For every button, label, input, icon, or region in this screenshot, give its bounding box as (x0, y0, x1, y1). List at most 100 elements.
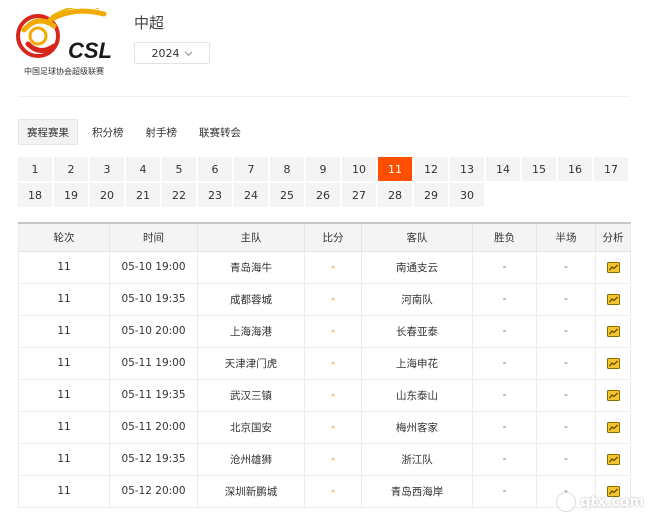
home-team-cell[interactable]: 深圳新鹏城 (197, 475, 305, 508)
home-team-cell[interactable]: 上海海港 (197, 315, 305, 348)
watermark: qtx.com (556, 489, 644, 515)
column-header: 分析 (595, 223, 631, 252)
away-team-cell[interactable]: 长春亚泰 (361, 315, 473, 348)
table-row: 11 05-12 19:35 沧州雄狮 - 浙江队 - - (18, 443, 631, 476)
round-button-10[interactable]: 10 (342, 157, 376, 181)
tab-3[interactable]: 联赛转会 (191, 119, 249, 145)
analysis-chart-icon[interactable] (606, 325, 620, 337)
halftime-cell: - (536, 283, 596, 316)
round-cell: 11 (18, 315, 110, 348)
analysis-cell[interactable] (595, 379, 631, 412)
round-button-21[interactable]: 21 (126, 183, 160, 207)
analysis-chart-icon[interactable] (606, 453, 620, 465)
round-row: 18 19 20 21 22 23 24 25 26 27 28 29 30 (18, 183, 630, 207)
section-tabs: 赛程赛果 积分榜 射手榜 联赛转会 (18, 119, 249, 145)
result-cell: - (472, 475, 537, 508)
score-cell: - (304, 347, 362, 380)
year-select[interactable]: 2024 (134, 42, 210, 64)
round-button-19[interactable]: 19 (54, 183, 88, 207)
halftime-cell: - (536, 411, 596, 444)
analysis-chart-icon[interactable] (606, 421, 620, 433)
home-team-cell[interactable]: 武汉三镇 (197, 379, 305, 412)
round-button-22[interactable]: 22 (162, 183, 196, 207)
home-team-cell[interactable]: 沧州雄狮 (197, 443, 305, 476)
away-team-cell[interactable]: 山东泰山 (361, 379, 473, 412)
analysis-cell[interactable] (595, 443, 631, 476)
round-button-6[interactable]: 6 (198, 157, 232, 181)
round-button-25[interactable]: 25 (270, 183, 304, 207)
home-team-cell[interactable]: 成都蓉城 (197, 283, 305, 316)
table-row: 11 05-12 20:00 深圳新鹏城 - 青岛西海岸 - - (18, 475, 631, 508)
table-row: 11 05-10 19:00 青岛海牛 - 南通支云 - - (18, 251, 631, 284)
round-button-26[interactable]: 26 (306, 183, 340, 207)
round-button-11[interactable]: 11 (378, 157, 412, 181)
header-divider (18, 96, 630, 97)
column-header: 半场 (536, 223, 596, 252)
round-button-15[interactable]: 15 (522, 157, 556, 181)
round-button-7[interactable]: 7 (234, 157, 268, 181)
score-cell: - (304, 411, 362, 444)
table-row: 11 05-11 19:00 天津津门虎 - 上海申花 - - (18, 347, 631, 380)
result-cell: - (472, 315, 537, 348)
fixtures-table: 轮次 时间 主队 比分 客队 胜负 半场 分析 11 05-10 19:00 青岛海牛 - 南通支云 -… (18, 222, 631, 508)
home-team-cell[interactable]: 青岛海牛 (197, 251, 305, 284)
round-button-29[interactable]: 29 (414, 183, 448, 207)
score-cell: - (304, 315, 362, 348)
round-button-17[interactable]: 17 (594, 157, 628, 181)
analysis-cell[interactable] (595, 251, 631, 284)
watermark-logo-icon (556, 492, 577, 512)
round-button-9[interactable]: 9 (306, 157, 340, 181)
round-button-18[interactable]: 18 (18, 183, 52, 207)
round-button-20[interactable]: 20 (90, 183, 124, 207)
result-cell: - (472, 251, 537, 284)
score-cell: - (304, 251, 362, 284)
away-team-cell[interactable]: 上海申花 (361, 347, 473, 380)
round-button-1[interactable]: 1 (18, 157, 52, 181)
analysis-cell[interactable] (595, 411, 631, 444)
away-team-cell[interactable]: 梅州客家 (361, 411, 473, 444)
round-button-27[interactable]: 27 (342, 183, 376, 207)
round-button-28[interactable]: 28 (378, 183, 412, 207)
away-team-cell[interactable]: 河南队 (361, 283, 473, 316)
result-cell: - (472, 283, 537, 316)
result-cell: - (472, 411, 537, 444)
round-button-13[interactable]: 13 (450, 157, 484, 181)
analysis-chart-icon[interactable] (606, 293, 620, 305)
analysis-chart-icon[interactable] (606, 389, 620, 401)
round-button-12[interactable]: 12 (414, 157, 448, 181)
score-cell: - (304, 475, 362, 508)
away-team-cell[interactable]: 浙江队 (361, 443, 473, 476)
round-button-5[interactable]: 5 (162, 157, 196, 181)
tab-2[interactable]: 射手榜 (138, 119, 186, 145)
analysis-cell[interactable] (595, 347, 631, 380)
time-cell: 05-10 19:00 (109, 251, 198, 284)
logo-caption: 中国足球协会超级联赛 (24, 67, 104, 76)
round-button-30[interactable]: 30 (450, 183, 484, 207)
away-team-cell[interactable]: 青岛西海岸 (361, 475, 473, 508)
round-button-24[interactable]: 24 (234, 183, 268, 207)
time-cell: 05-11 19:35 (109, 379, 198, 412)
round-cell: 11 (18, 283, 110, 316)
analysis-chart-icon[interactable] (606, 261, 620, 273)
round-cell: 11 (18, 411, 110, 444)
tab-1[interactable]: 积分榜 (84, 119, 132, 145)
home-team-cell[interactable]: 天津津门虎 (197, 347, 305, 380)
round-button-4[interactable]: 4 (126, 157, 160, 181)
page-header: CSL 中国足球协会超级联赛 中超 2024 (0, 0, 650, 100)
watermark-text: qtx.com (580, 494, 644, 510)
round-button-2[interactable]: 2 (54, 157, 88, 181)
time-cell: 05-12 20:00 (109, 475, 198, 508)
round-button-3[interactable]: 3 (90, 157, 124, 181)
away-team-cell[interactable]: 南通支云 (361, 251, 473, 284)
round-button-8[interactable]: 8 (270, 157, 304, 181)
analysis-chart-icon[interactable] (606, 357, 620, 369)
halftime-cell: - (536, 379, 596, 412)
tab-0[interactable]: 赛程赛果 (18, 119, 78, 145)
analysis-cell[interactable] (595, 315, 631, 348)
analysis-cell[interactable] (595, 283, 631, 316)
round-button-16[interactable]: 16 (558, 157, 592, 181)
round-button-14[interactable]: 14 (486, 157, 520, 181)
home-team-cell[interactable]: 北京国安 (197, 411, 305, 444)
round-button-23[interactable]: 23 (198, 183, 232, 207)
league-title: 中超 (134, 14, 165, 32)
